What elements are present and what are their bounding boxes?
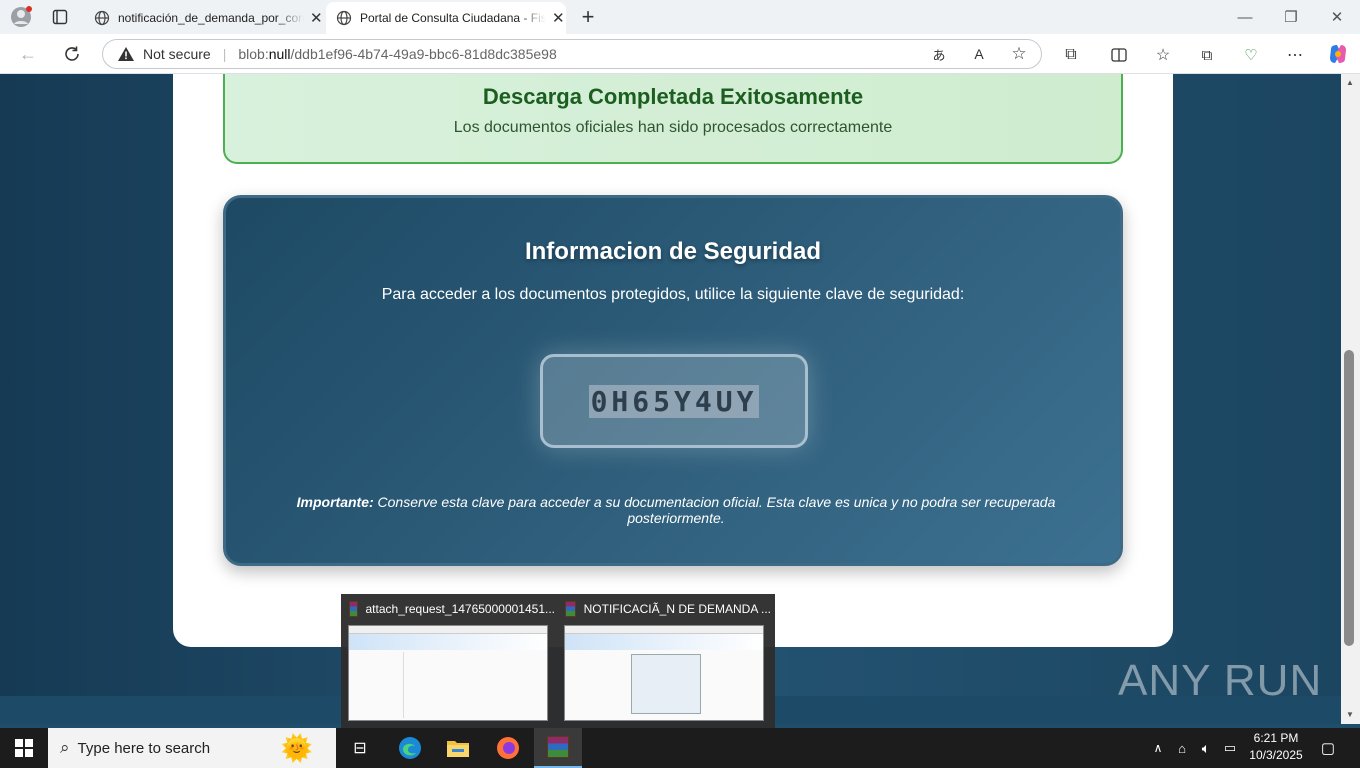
winrar-icon — [547, 736, 569, 758]
split-screen-icon[interactable] — [1108, 44, 1130, 66]
success-banner: Descarga Completada Exitosamente Los doc… — [223, 74, 1123, 164]
security-lead: Para acceder a los documentos protegidos… — [381, 286, 965, 303]
notifications-icon[interactable]: ▢ — [1318, 738, 1338, 758]
collections-icon[interactable]: ⧉ — [1196, 44, 1218, 66]
security-key[interactable]: 0H65Y4UY — [588, 384, 760, 418]
preview-title: attach_request_14765000001451... — [365, 602, 556, 616]
more-options-icon[interactable]: ⋯ — [1284, 44, 1306, 66]
tab-actions-icon[interactable] — [48, 5, 72, 29]
extensions-icon[interactable]: ⧉ — [1060, 44, 1082, 66]
minimize-icon[interactable]: — — [1222, 0, 1268, 34]
tab-notificacion[interactable]: notificación_de_demanda_por_correo ✕ — [84, 2, 326, 34]
security-title: Informacion de Seguridad — [524, 238, 822, 265]
file-explorer-icon[interactable] — [434, 728, 482, 768]
favorites-icon[interactable]: ☆ — [1152, 44, 1174, 66]
scrollbar-thumb[interactable] — [1344, 350, 1354, 646]
profile-avatar-icon[interactable] — [8, 5, 34, 29]
warning-icon — [117, 46, 135, 62]
tab-label: Portal de Consulta Ciudadana - Fiscalía — [360, 11, 546, 25]
taskbar-window-preview: attach_request_14765000001451... NOTIFIC… — [341, 594, 775, 728]
preview-window-1[interactable]: attach_request_14765000001451... — [349, 600, 555, 618]
note-text: Conserve esta clave para acceder a su do… — [373, 494, 1056, 526]
close-window-icon[interactable]: ✕ — [1314, 0, 1360, 34]
close-tab-icon[interactable]: ✕ — [552, 9, 565, 27]
task-view-icon[interactable]: ⊟ — [336, 728, 384, 768]
copilot-icon[interactable] — [1326, 42, 1350, 66]
preview-window-2[interactable]: NOTIFICACIÃ_N DE DEMANDA ... — [565, 600, 771, 618]
url-prefix: blob: — [238, 46, 269, 62]
weather-sun-icon[interactable]: 🌞 — [270, 732, 324, 764]
security-panel: Informacion de Seguridad Para acceder a … — [223, 195, 1123, 566]
success-subtitle: Los documentos oficiales han sido proces… — [453, 119, 893, 136]
restore-icon[interactable]: ❐ — [1268, 0, 1314, 34]
display-icon[interactable]: ▭ — [1220, 738, 1240, 758]
tab-portal[interactable]: Portal de Consulta Ciudadana - Fiscalía … — [326, 2, 566, 34]
browser-essentials-icon[interactable]: ♡ — [1240, 44, 1262, 66]
network-icon[interactable]: ⌂ — [1172, 738, 1192, 758]
firefox-icon[interactable] — [484, 728, 532, 768]
search-icon: ⌕ — [60, 738, 70, 757]
preview-thumbnail[interactable] — [348, 625, 548, 721]
favorite-star-icon[interactable]: ☆ — [1009, 44, 1029, 64]
winrar-icon — [349, 601, 358, 617]
important-note: Importante: Conserve esta clave para acc… — [266, 494, 1086, 526]
show-hidden-icons-icon[interactable]: ∧ — [1148, 738, 1168, 758]
content-card: Descarga Completada Exitosamente Los doc… — [173, 74, 1173, 647]
url-path: /ddb1ef96-4b74-49a9-bbc6-81d8dc385e98 — [290, 46, 557, 62]
volume-icon[interactable]: 🔈︎ — [1196, 738, 1216, 758]
globe-icon — [336, 10, 352, 26]
browser-tab-bar: notificación_de_demanda_por_correo ✕ Por… — [0, 0, 1360, 34]
globe-icon — [94, 10, 110, 26]
taskbar-clock[interactable]: 6:21 PM 10/3/2025 — [1238, 730, 1314, 764]
edge-icon[interactable] — [386, 728, 434, 768]
preview-title: NOTIFICACIÃ_N DE DEMANDA ... — [583, 602, 771, 616]
scroll-up-icon[interactable]: ▲ — [1346, 78, 1354, 87]
winrar-icon — [565, 601, 576, 617]
windows-taskbar: ⌕ Type here to search 🌞 ⊟ ∧ ⌂ 🔈︎ ▭ 6:21 … — [0, 728, 1360, 768]
scroll-down-icon[interactable]: ▼ — [1346, 710, 1354, 719]
divider: | — [222, 46, 227, 62]
search-placeholder: Type here to search — [77, 739, 211, 757]
winrar-taskbar-icon[interactable] — [534, 728, 582, 768]
new-tab-icon[interactable]: + — [576, 4, 600, 29]
tab-label: notificación_de_demanda_por_correo — [118, 11, 304, 25]
note-label: Importante: — [296, 494, 374, 510]
translate-icon[interactable]: あ — [929, 44, 949, 64]
success-title: Descarga Completada Exitosamente — [482, 84, 864, 109]
preview-thumbnail[interactable] — [564, 625, 764, 721]
back-icon[interactable]: ← — [16, 42, 40, 66]
address-bar[interactable]: Not secure | blob: null /ddb1ef96-4b74-4… — [102, 39, 1042, 69]
taskbar-search[interactable]: ⌕ Type here to search 🌞 — [48, 728, 336, 768]
read-aloud-icon[interactable]: A — [969, 44, 989, 64]
close-tab-icon[interactable]: ✕ — [310, 9, 323, 27]
anyrun-watermark: ANY RUN — [1118, 656, 1323, 705]
url-host: null — [268, 46, 291, 62]
refresh-icon[interactable] — [60, 42, 84, 66]
security-label[interactable]: Not secure — [143, 46, 211, 62]
clock-time: 6:21 PM — [1253, 731, 1299, 745]
clock-date: 10/3/2025 — [1249, 748, 1303, 762]
start-windows-icon[interactable] — [0, 728, 48, 768]
security-key-box[interactable]: 0H65Y4UY — [540, 354, 808, 448]
